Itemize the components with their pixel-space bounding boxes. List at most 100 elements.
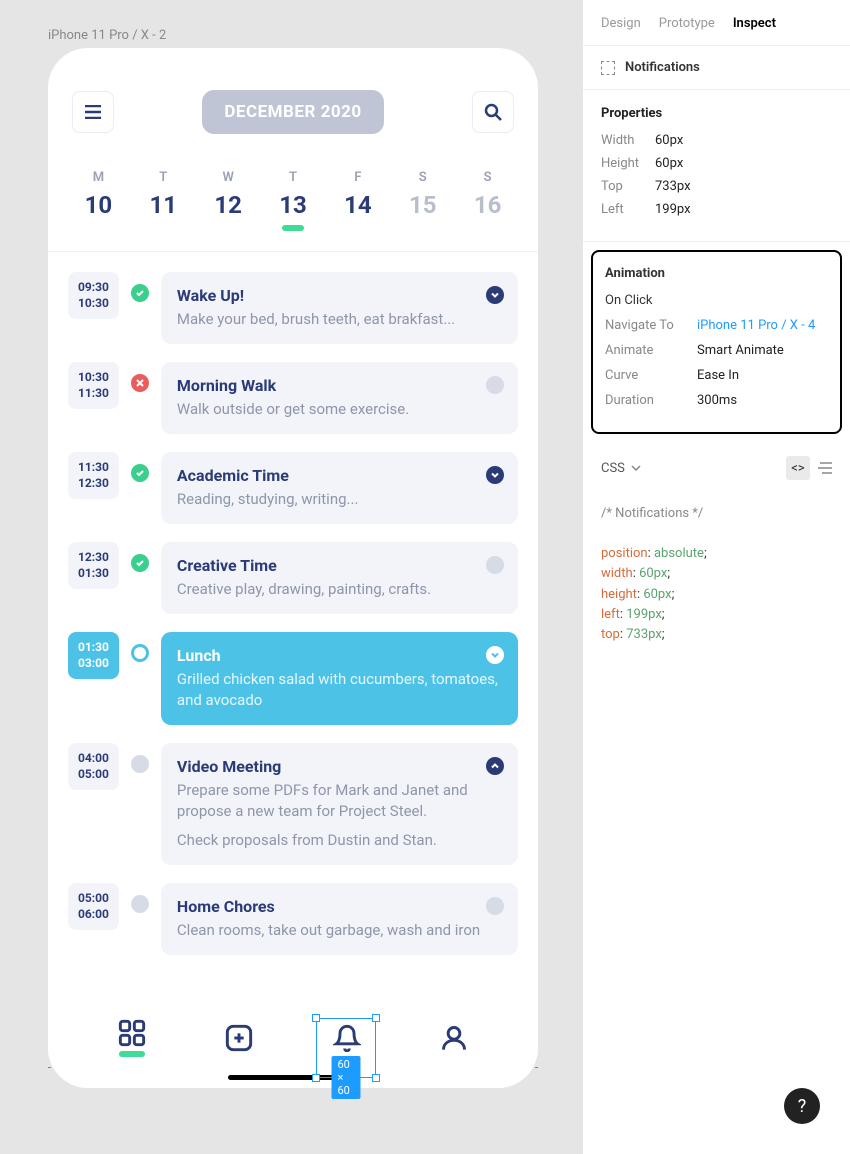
property-row[interactable]: Height60px xyxy=(601,156,832,171)
property-value: 199px xyxy=(655,202,691,217)
animation-row[interactable]: CurveEase In xyxy=(605,368,828,383)
expand-toggle[interactable] xyxy=(486,646,504,664)
tab-inspect[interactable]: Inspect xyxy=(733,16,776,31)
animation-row[interactable]: AnimateSmart Animate xyxy=(605,343,828,358)
css-line[interactable]: height: 60px; xyxy=(601,585,832,605)
today-indicator xyxy=(282,225,304,231)
time-chip[interactable]: 01:3003:00 xyxy=(68,632,119,679)
inspector-tabs: Design Prototype Inspect xyxy=(583,0,850,46)
css-line[interactable]: width: 60px; xyxy=(601,564,832,584)
day-column[interactable]: M10 xyxy=(66,170,131,231)
event-card[interactable]: LunchGrilled chicken salad with cucumber… xyxy=(161,632,518,725)
day-column[interactable]: T11 xyxy=(131,170,196,231)
expand-toggle[interactable] xyxy=(486,556,504,574)
event-title: Academic Time xyxy=(177,466,502,485)
expand-toggle[interactable] xyxy=(486,376,504,394)
user-icon xyxy=(440,1024,468,1052)
property-value: 733px xyxy=(655,179,691,194)
css-line[interactable]: position: absolute; xyxy=(601,544,832,564)
grid-icon xyxy=(118,1019,146,1047)
time-start: 09:30 xyxy=(78,280,109,296)
time-chip[interactable]: 11:3012:30 xyxy=(68,452,119,499)
menu-button[interactable] xyxy=(72,91,114,133)
day-column[interactable]: T13 xyxy=(261,170,326,231)
expand-toggle[interactable] xyxy=(486,897,504,915)
selection-handle-sw[interactable] xyxy=(312,1074,320,1082)
animation-row[interactable]: Duration300ms xyxy=(605,393,828,408)
selection-handle-nw[interactable] xyxy=(312,1014,320,1022)
time-chip[interactable]: 10:3011:30 xyxy=(68,362,119,409)
css-lang-select[interactable]: CSS xyxy=(601,461,641,476)
property-row[interactable]: Top733px xyxy=(601,179,832,194)
time-end: 06:00 xyxy=(78,907,109,923)
css-line[interactable]: left: 199px; xyxy=(601,605,832,625)
tab-add[interactable] xyxy=(209,1008,269,1068)
selection-handle-se[interactable] xyxy=(372,1074,380,1082)
day-number: 12 xyxy=(196,191,261,219)
help-button[interactable]: ? xyxy=(784,1088,820,1124)
canvas[interactable]: iPhone 11 Pro / X - 2 DECEMBER 2020 M10T… xyxy=(0,0,582,1154)
property-row[interactable]: Width60px xyxy=(601,133,832,148)
tab-profile[interactable] xyxy=(424,1008,484,1068)
time-end: 03:00 xyxy=(78,656,109,672)
animation-trigger-value: On Click xyxy=(605,293,653,308)
time-chip[interactable]: 04:0005:00 xyxy=(68,743,119,790)
animation-row[interactable]: Navigate ToiPhone 11 Pro / X - 4 xyxy=(605,318,828,333)
code-view-toggle[interactable]: <> xyxy=(786,456,810,480)
tab-dashboard[interactable] xyxy=(102,1008,162,1068)
selection-row[interactable]: Notifications xyxy=(583,46,850,90)
property-label: Height xyxy=(601,156,655,171)
tab-prototype[interactable]: Prototype xyxy=(659,16,715,31)
css-value: absolute xyxy=(654,546,704,561)
tab-design[interactable]: Design xyxy=(601,16,641,31)
list-icon[interactable] xyxy=(816,461,832,475)
time-chip[interactable]: 12:3001:30 xyxy=(68,542,119,589)
day-column[interactable]: W 12 xyxy=(196,170,261,231)
day-letter: W xyxy=(196,170,261,185)
selection-box[interactable]: 60 × 60 xyxy=(316,1018,376,1078)
css-prop: top xyxy=(601,627,620,642)
property-label: Width xyxy=(601,133,655,148)
search-button[interactable] xyxy=(472,91,514,133)
time-chip[interactable]: 09:3010:30 xyxy=(68,272,119,319)
selection-handle-ne[interactable] xyxy=(372,1014,380,1022)
expand-toggle[interactable] xyxy=(486,466,504,484)
time-chip[interactable]: 05:0006:00 xyxy=(68,883,119,930)
event-card[interactable]: Academic Time Reading, studying, writing.… xyxy=(161,452,518,524)
event-row: 12:3001:30 Creative TimeCreative play, dr… xyxy=(68,542,518,614)
day-column[interactable]: F 14 xyxy=(325,170,390,231)
expand-toggle[interactable] xyxy=(486,286,504,304)
animation-label: Curve xyxy=(605,368,697,383)
css-prop: position xyxy=(601,546,648,561)
chevron-down-icon xyxy=(631,465,641,471)
frame-label[interactable]: iPhone 11 Pro / X - 2 xyxy=(48,28,166,43)
month-pill[interactable]: DECEMBER 2020 xyxy=(202,90,383,134)
css-code-block[interactable]: /* Notifications */ position: absolute;w… xyxy=(583,494,850,655)
status-dot xyxy=(131,644,149,662)
events-list[interactable]: 09:3010:30 Wake Up!Make your bed, brush t… xyxy=(48,252,538,972)
expand-toggle[interactable] xyxy=(486,757,504,775)
event-card[interactable]: Video MeetingPrepare some PDFs for Mark … xyxy=(161,743,518,865)
day-letter: S xyxy=(390,170,455,185)
day-number: 14 xyxy=(325,191,390,219)
event-title: Wake Up! xyxy=(177,286,502,305)
property-row[interactable]: Left199px xyxy=(601,202,832,217)
animation-value[interactable]: iPhone 11 Pro / X - 4 xyxy=(697,318,815,333)
status-dot xyxy=(131,374,149,392)
css-line[interactable]: top: 733px; xyxy=(601,625,832,645)
property-label: Left xyxy=(601,202,655,217)
event-card[interactable]: Wake Up!Make your bed, brush teeth, eat … xyxy=(161,272,518,344)
event-card[interactable]: Morning WalkWalk outside or get some exe… xyxy=(161,362,518,434)
event-card[interactable]: Creative TimeCreative play, drawing, pai… xyxy=(161,542,518,614)
animation-value: Ease In xyxy=(697,368,739,383)
event-title: Creative Time xyxy=(177,556,502,575)
time-start: 11:30 xyxy=(78,460,109,476)
phone-frame[interactable]: DECEMBER 2020 M10T11W 12T13F 14S15S16 09:3… xyxy=(48,48,538,1088)
property-value: 60px xyxy=(655,156,683,171)
event-card[interactable]: Home ChoresClean rooms, take out garbage… xyxy=(161,883,518,955)
day-number: 11 xyxy=(131,191,196,219)
day-letter: F xyxy=(325,170,390,185)
event-desc: Reading, studying, writing... xyxy=(177,489,502,510)
day-column[interactable]: S15 xyxy=(390,170,455,231)
day-column[interactable]: S16 xyxy=(455,170,520,231)
